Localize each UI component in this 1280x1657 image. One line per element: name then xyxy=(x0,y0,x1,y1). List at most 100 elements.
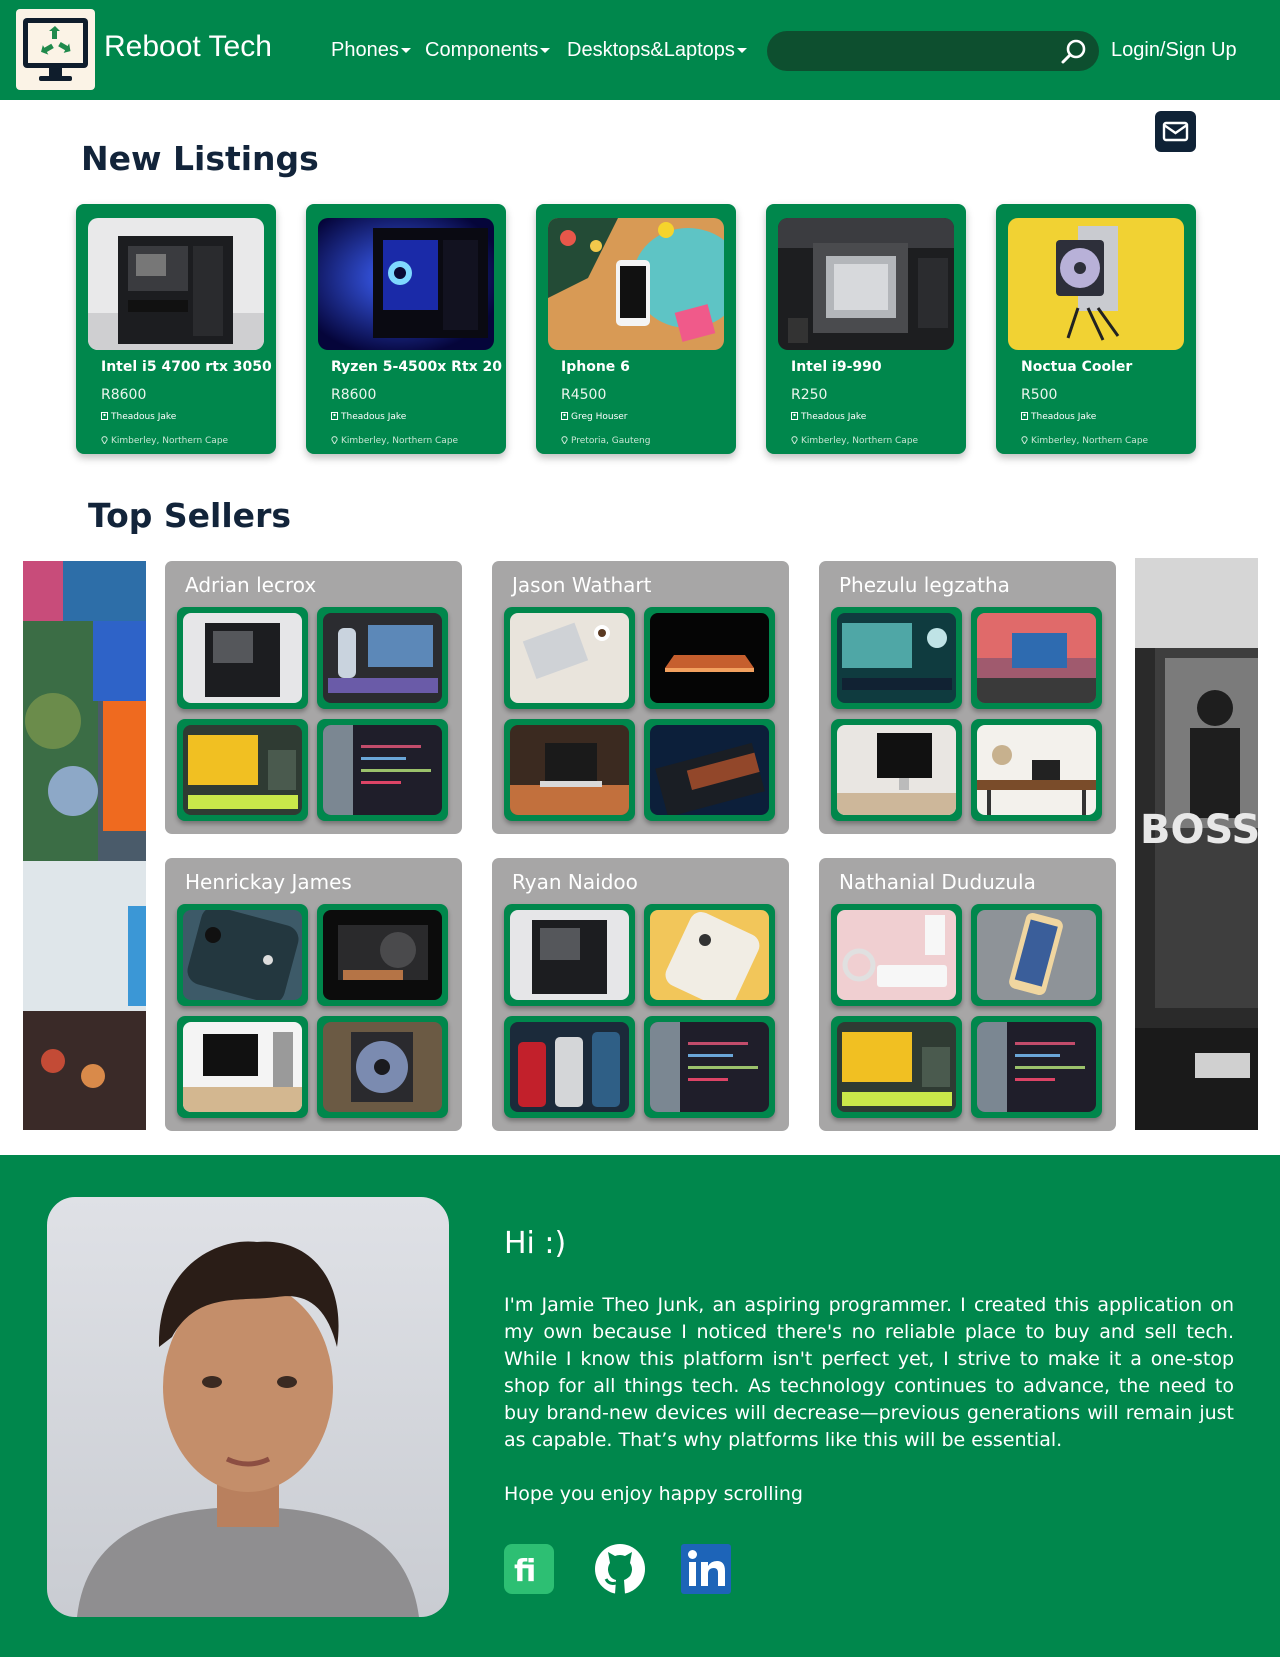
product-tile[interactable] xyxy=(177,607,308,709)
listing-card[interactable]: Iphone 6 R4500 Greg Houser Pretoria, Gau… xyxy=(536,204,736,454)
search-input[interactable] xyxy=(785,39,1045,63)
iphone-back-image xyxy=(183,910,302,1000)
chevron-down-icon xyxy=(400,48,411,54)
product-tile[interactable] xyxy=(504,1016,635,1118)
listing-location-text: Kimberley, Northern Cape xyxy=(801,436,919,446)
user-icon xyxy=(1021,412,1028,420)
listing-title: Ryzen 5-4500x Rtx 20 xyxy=(331,359,503,375)
laptop-top-view-image xyxy=(510,613,629,703)
login-signup-link[interactable]: Login/Sign Up xyxy=(1111,39,1237,62)
listing-location: Kimberley, Northern Cape xyxy=(331,436,458,446)
product-tile[interactable] xyxy=(971,1016,1102,1118)
product-tile[interactable] xyxy=(831,719,962,821)
fi-link[interactable]: fi xyxy=(503,1543,555,1595)
search-button[interactable] xyxy=(1059,37,1089,67)
white-iphone-image xyxy=(650,910,769,1000)
open-pc-case-image xyxy=(88,218,264,350)
author-portrait-image xyxy=(47,1197,449,1617)
product-tile[interactable] xyxy=(504,904,635,1006)
product-tile[interactable] xyxy=(831,904,962,1006)
product-tile[interactable] xyxy=(971,719,1102,821)
product-tile[interactable] xyxy=(504,719,635,821)
listing-card[interactable]: Ryzen 5-4500x Rtx 20 R8600 Theadous Jake… xyxy=(306,204,506,454)
greeting-heading: Hi :) xyxy=(504,1226,567,1261)
product-tile[interactable] xyxy=(644,904,775,1006)
listing-location: Kimberley, Northern Cape xyxy=(101,436,228,446)
iphone-in-hand-image xyxy=(977,910,1096,1000)
seller-name: Henrickay James xyxy=(185,870,352,894)
keyboard-closeup-image xyxy=(650,725,769,815)
nav-phones[interactable]: Phones xyxy=(331,39,411,62)
nav-components[interactable]: Components xyxy=(425,39,551,62)
chevron-down-icon xyxy=(736,48,747,54)
user-icon xyxy=(561,412,568,420)
product-tile[interactable] xyxy=(317,607,448,709)
listing-seller-name: Theadous Jake xyxy=(801,412,867,422)
github-icon xyxy=(595,1544,645,1594)
nav-desktops-laptops[interactable]: Desktops&Laptops xyxy=(567,39,747,62)
nav-components-label: Components xyxy=(425,39,539,61)
location-pin-icon xyxy=(101,436,108,444)
brand-name[interactable]: Reboot Tech xyxy=(104,30,272,64)
seller-card[interactable]: Henrickay James xyxy=(165,858,462,1131)
iphone-colors-image xyxy=(510,1022,629,1112)
banner-text: BOSS xyxy=(1140,807,1258,853)
svg-text:fi: fi xyxy=(514,1554,536,1589)
open-pc-case-image xyxy=(183,613,302,703)
seller-card[interactable]: Nathanial Duduzula xyxy=(819,858,1116,1131)
search-icon xyxy=(1061,39,1086,64)
bio-paragraph: I'm Jamie Theo Junk, an aspiring program… xyxy=(504,1294,1234,1451)
top-navbar: Reboot Tech Phones Components Desktops&L… xyxy=(0,0,1280,100)
top-sellers-heading: Top Sellers xyxy=(88,496,291,535)
listing-seller: Theadous Jake xyxy=(331,412,406,422)
times-square-banner-image xyxy=(23,561,146,1130)
closing-text: Hope you enjoy happy scrolling xyxy=(504,1483,803,1505)
listing-price: R500 xyxy=(1021,387,1058,403)
imac-desk-image xyxy=(837,725,956,815)
seller-card[interactable]: Ryan Naidoo xyxy=(492,858,789,1131)
product-tile[interactable] xyxy=(317,904,448,1006)
listing-title: Noctua Cooler xyxy=(1021,359,1133,375)
product-tile[interactable] xyxy=(831,607,962,709)
tower-cooler-image xyxy=(323,1022,442,1112)
listing-location: Kimberley, Northern Cape xyxy=(1021,436,1148,446)
listing-card[interactable]: Noctua Cooler R500 Theadous Jake Kimberl… xyxy=(996,204,1196,454)
boss-billboard-image: BOSS xyxy=(1135,558,1258,1130)
seller-card[interactable]: Adrian lecrox xyxy=(165,561,462,834)
teal-desk-image xyxy=(837,613,956,703)
new-listings-heading: New Listings xyxy=(81,139,319,178)
product-tile[interactable] xyxy=(644,719,775,821)
product-tile[interactable] xyxy=(644,607,775,709)
listing-location: Kimberley, Northern Cape xyxy=(791,436,918,446)
listing-card[interactable]: Intel i5 4700 rtx 3050 R8600 Theadous Ja… xyxy=(76,204,276,454)
seller-card[interactable]: Phezulu legzatha xyxy=(819,561,1116,834)
product-tile[interactable] xyxy=(644,1016,775,1118)
seller-card[interactable]: Jason Wathart xyxy=(492,561,789,834)
user-icon xyxy=(101,412,108,420)
product-tile[interactable] xyxy=(971,904,1102,1006)
message-button[interactable] xyxy=(1155,111,1196,152)
fi-icon: fi xyxy=(504,1544,554,1594)
code-screen-image xyxy=(650,1022,769,1112)
listing-title: Iphone 6 xyxy=(561,359,630,375)
github-link[interactable] xyxy=(594,1543,646,1595)
listing-seller-name: Theadous Jake xyxy=(341,412,407,422)
cpu-cooler-image xyxy=(1008,218,1184,350)
product-tile[interactable] xyxy=(177,719,308,821)
logo[interactable] xyxy=(16,9,95,90)
listing-title: Intel i9-990 xyxy=(791,359,882,375)
product-tile[interactable] xyxy=(504,607,635,709)
listing-card[interactable]: Intel i9-990 R250 Theadous Jake Kimberle… xyxy=(766,204,966,454)
listing-location-text: Kimberley, Northern Cape xyxy=(1031,436,1149,446)
product-tile[interactable] xyxy=(831,1016,962,1118)
linkedin-link[interactable] xyxy=(680,1543,732,1595)
product-tile[interactable] xyxy=(177,1016,308,1118)
chevron-down-icon xyxy=(540,48,551,54)
product-tile[interactable] xyxy=(971,607,1102,709)
product-tile[interactable] xyxy=(317,1016,448,1118)
sunset-desk-image xyxy=(977,613,1096,703)
search-bar xyxy=(767,31,1099,71)
product-tile[interactable] xyxy=(177,904,308,1006)
product-tile[interactable] xyxy=(317,719,448,821)
seller-name: Ryan Naidoo xyxy=(512,870,638,894)
